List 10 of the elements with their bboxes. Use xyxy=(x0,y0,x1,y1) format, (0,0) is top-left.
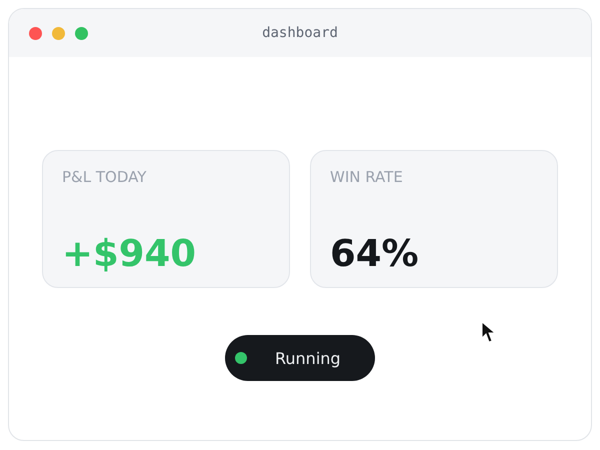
card-label: WIN RATE xyxy=(330,168,404,186)
maximize-button[interactable] xyxy=(75,27,88,40)
card-label: P&L TODAY xyxy=(62,168,148,186)
card-value: 64% xyxy=(330,234,420,275)
status-pill[interactable]: Running xyxy=(225,335,375,381)
minimize-button[interactable] xyxy=(52,27,65,40)
window-title: dashboard xyxy=(262,25,338,41)
close-button[interactable] xyxy=(29,27,42,40)
card-value: +$940 xyxy=(62,234,197,275)
status-label: Running xyxy=(275,348,341,368)
